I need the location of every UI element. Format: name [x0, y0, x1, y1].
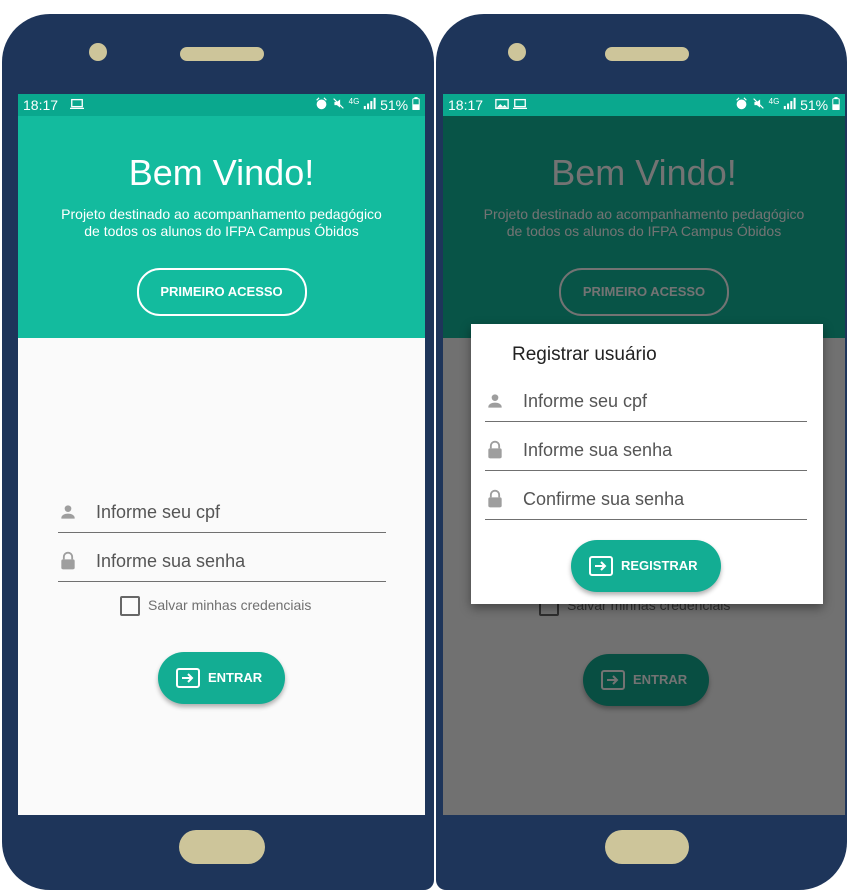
network-label: 4G	[768, 97, 780, 106]
front-camera	[89, 43, 107, 61]
register-cpf-placeholder: Informe seu cpf	[523, 391, 648, 411]
mute-icon	[332, 97, 345, 110]
status-left-icons	[495, 97, 527, 113]
person-icon	[485, 391, 505, 411]
login-icon	[589, 556, 613, 576]
cpf-field[interactable]: Informe seu cpf	[58, 492, 386, 533]
cpf-placeholder: Informe seu cpf	[96, 502, 221, 522]
laptop-icon	[70, 98, 84, 110]
phone-frame-register: 18:17 4G 51% Bem Vindo! Projeto destinad…	[436, 14, 847, 890]
lock-icon	[485, 440, 505, 460]
status-bar: 18:17 4G 51%	[18, 94, 425, 116]
status-left-icons	[70, 97, 84, 113]
person-icon	[58, 502, 78, 522]
project-description: Projeto destinado ao acompanhamento peda…	[61, 206, 382, 239]
lock-icon	[58, 551, 78, 571]
register-confirm-field[interactable]: Confirme sua senha	[485, 479, 807, 520]
laptop-icon	[513, 98, 527, 110]
alarm-icon	[735, 97, 748, 110]
home-button[interactable]	[605, 830, 689, 864]
mute-icon	[752, 97, 765, 110]
image-icon	[495, 98, 509, 110]
battery-percentage: 51%	[800, 97, 829, 113]
battery-icon	[412, 97, 420, 110]
alarm-icon	[315, 97, 328, 110]
register-cpf-field[interactable]: Informe seu cpf	[485, 381, 807, 422]
home-button[interactable]	[179, 830, 265, 864]
dialog-title: Registrar usuário	[512, 344, 657, 365]
first-access-button[interactable]: PRIMEIRO ACESSO	[136, 268, 307, 316]
register-button[interactable]: REGISTRAR	[571, 540, 721, 592]
register-confirm-placeholder: Confirme sua senha	[523, 489, 685, 509]
login-button-label: ENTRAR	[208, 670, 263, 685]
phone-frame-login: 18:17 4G 51% Bem Vindo! Projeto destinad…	[2, 14, 434, 890]
password-placeholder: Informe sua senha	[96, 551, 246, 571]
register-password-field[interactable]: Informe sua senha	[485, 430, 807, 471]
status-bar: 18:17 4G 51%	[443, 94, 845, 116]
welcome-title: Bem Vindo!	[128, 152, 315, 193]
password-field[interactable]: Informe sua senha	[58, 541, 386, 582]
earpiece-speaker	[605, 47, 689, 61]
register-button-label: REGISTRAR	[621, 558, 698, 573]
remember-label: Salvar minhas credenciais	[148, 597, 312, 613]
battery-percentage: 51%	[380, 97, 409, 113]
front-camera	[508, 43, 526, 61]
lock-icon	[485, 489, 505, 509]
remember-checkbox[interactable]	[120, 596, 140, 616]
battery-icon	[832, 97, 840, 110]
register-screen: 18:17 4G 51% Bem Vindo! Projeto destinad…	[443, 94, 845, 815]
status-time: 18:17	[448, 97, 484, 113]
login-icon	[176, 668, 200, 688]
status-right: 4G 51%	[315, 97, 420, 113]
welcome-header: Bem Vindo! Projeto destinado ao acompanh…	[18, 116, 425, 338]
earpiece-speaker	[180, 47, 264, 61]
login-button[interactable]: ENTRAR	[158, 652, 285, 704]
network-label: 4G	[348, 97, 360, 106]
signal-icon	[783, 97, 796, 110]
status-right: 4G 51%	[735, 97, 840, 113]
signal-icon	[363, 97, 376, 110]
status-time: 18:17	[23, 97, 59, 113]
register-password-placeholder: Informe sua senha	[523, 440, 673, 460]
login-screen: 18:17 4G 51% Bem Vindo! Projeto destinad…	[18, 94, 425, 815]
register-dialog: Registrar usuário Informe seu cpf Inform…	[471, 324, 823, 604]
